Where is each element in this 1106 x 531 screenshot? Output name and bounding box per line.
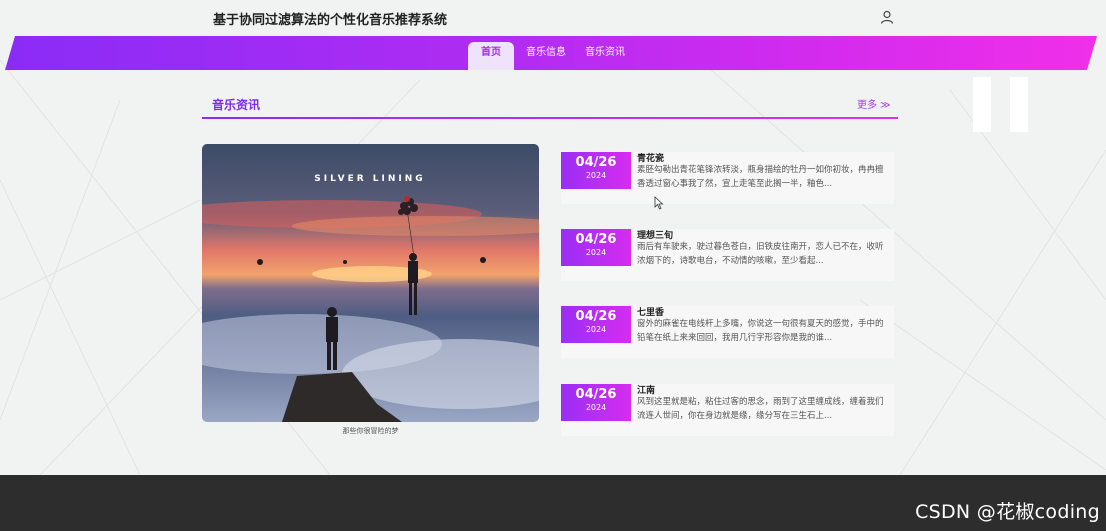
more-link[interactable]: 更多 ≫ xyxy=(857,96,891,111)
mouse-cursor-icon xyxy=(654,196,664,210)
feature-image-text: SILVER LINING xyxy=(314,174,425,184)
date-day: 04/26 xyxy=(575,232,617,247)
background-pattern xyxy=(0,59,1106,475)
news-excerpt: 雨后有车驶来，驶过暮色苍白，旧铁皮往南开，恋人已不在，收听浓烟下的，诗歌电台，不… xyxy=(637,242,884,266)
news-item[interactable]: 04/26 2024 理想三旬 雨后有车驶来，驶过暮色苍白，旧铁皮往南开，恋人已… xyxy=(561,229,894,281)
feature-image[interactable]: SILVER LINING xyxy=(202,144,539,422)
side-panel-block xyxy=(973,77,991,132)
nav-item-home[interactable]: 首页 xyxy=(468,42,514,70)
date-day: 04/26 xyxy=(575,309,617,324)
news-item[interactable]: 04/26 2024 青花瓷 素胚勾勒出青花笔锋浓转淡，瓶身描绘的牡丹一如你初妆… xyxy=(561,152,894,204)
date-year: 2024 xyxy=(585,171,607,180)
top-bar: 基于协同过滤算法的个性化音乐推荐系统 xyxy=(0,0,1106,36)
user-icon[interactable] xyxy=(880,10,894,24)
feature-caption[interactable]: 那些你很冒险的梦 xyxy=(202,426,539,436)
section-divider xyxy=(202,117,898,119)
date-year: 2024 xyxy=(585,325,607,334)
date-badge: 04/26 2024 xyxy=(561,384,631,421)
news-excerpt: 窗外的麻雀在电线杆上多嘴，你说这一句很有夏天的感觉，手中的铅笔在纸上来来回回，我… xyxy=(637,319,884,343)
date-year: 2024 xyxy=(585,403,607,412)
nav-item-music-news[interactable]: 音乐资讯 xyxy=(581,42,629,70)
watermark: CSDN @花椒coding xyxy=(915,501,1100,523)
date-day: 04/26 xyxy=(575,155,617,170)
site-title: 基于协同过滤算法的个性化音乐推荐系统 xyxy=(213,13,448,28)
date-day: 04/26 xyxy=(575,387,617,402)
news-item[interactable]: 04/26 2024 江南 风到这里就是粘，粘住过客的思念，雨到了这里缠成线，缠… xyxy=(561,384,894,436)
nav-item-music-info[interactable]: 音乐信息 xyxy=(522,42,570,70)
date-badge: 04/26 2024 xyxy=(561,306,631,343)
news-excerpt: 风到这里就是粘，粘住过客的思念，雨到了这里缠成线，缠着我们流连人世间，你在身边就… xyxy=(637,397,884,421)
date-badge: 04/26 2024 xyxy=(561,152,631,189)
section-title: 音乐资讯 xyxy=(212,98,261,112)
news-item[interactable]: 04/26 2024 七里香 窗外的麻雀在电线杆上多嘴，你说这一句很有夏天的感觉… xyxy=(561,306,894,358)
date-year: 2024 xyxy=(585,248,607,257)
news-excerpt: 素胚勾勒出青花笔锋浓转淡，瓶身描绘的牡丹一如你初妆，冉冉檀香透过窗心事我了然，宣… xyxy=(637,165,884,189)
side-panel-block xyxy=(1010,77,1028,132)
date-badge: 04/26 2024 xyxy=(561,229,631,266)
